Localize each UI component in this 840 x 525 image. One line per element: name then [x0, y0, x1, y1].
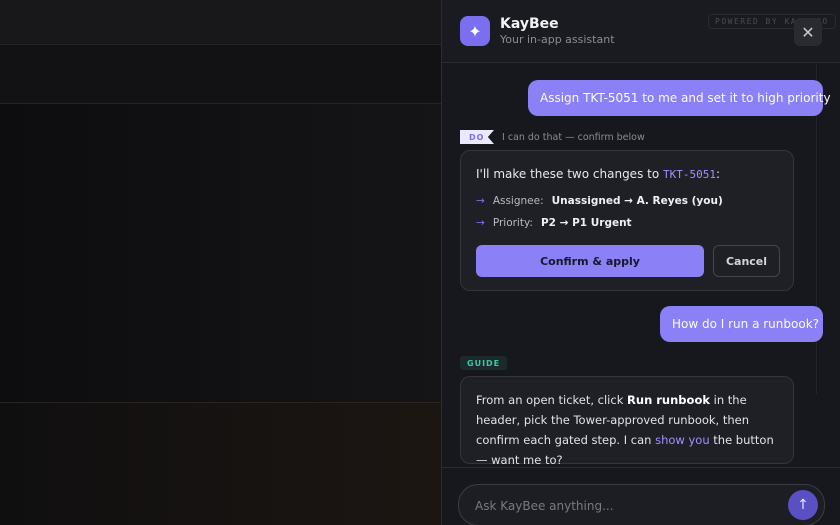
confirm-apply-button[interactable]: Confirm & apply — [476, 245, 704, 277]
ticket-link[interactable]: TKT-5051 — [663, 168, 716, 181]
background-app — [0, 0, 441, 525]
guide-card: From an open ticket, click Run runbook i… — [460, 376, 794, 467]
background-toolbar — [0, 0, 441, 45]
assistant-subtitle: Your in-app assistant — [500, 33, 615, 46]
cancel-button[interactable]: Cancel — [713, 245, 780, 277]
guide-bold-text: Run runbook — [627, 393, 710, 407]
action-note: I can do that — confirm below — [502, 131, 645, 143]
action-intro-suffix: : — [715, 167, 721, 181]
change-label: Priority: — [492, 217, 533, 229]
guide-text-part: From an open ticket, click — [476, 393, 628, 407]
do-tag: DO — [460, 130, 494, 144]
guide-tag: GUIDE — [460, 356, 508, 370]
send-button[interactable]: ↑ — [788, 490, 818, 520]
change-value: Unassigned → A. Reyes (you) — [551, 195, 723, 207]
composer-input-wrap: ↑ — [458, 484, 825, 525]
assistant-header: ✦ KayBee Your in-app assistant POWERED B… — [442, 0, 840, 63]
assistant-panel: ✦ KayBee Your in-app assistant POWERED B… — [441, 0, 840, 525]
action-intro: I'll make these two changes to TKT-5051: — [476, 167, 720, 181]
chat-input[interactable] — [475, 495, 775, 517]
change-row-assignee: → Assignee: Unassigned → A. Reyes (you) — [476, 195, 723, 207]
guide-message: From an open ticket, click Run runbook i… — [476, 390, 781, 467]
message-list[interactable]: Assign TKT-5051 to me and set it to high… — [442, 64, 840, 467]
guide-tag-row: GUIDE — [460, 356, 508, 370]
background-footer — [0, 403, 441, 525]
composer: ↑ — [442, 467, 840, 525]
arrow-right-icon: → — [476, 195, 485, 207]
close-button[interactable]: ✕ — [794, 18, 822, 46]
close-icon: ✕ — [801, 22, 815, 42]
action-tag-row: DO I can do that — confirm below — [460, 130, 645, 144]
show-you-link[interactable]: show you — [655, 433, 710, 447]
assistant-name: KayBee — [500, 16, 559, 32]
change-label: Assignee: — [492, 195, 544, 207]
background-content — [0, 104, 441, 403]
arrow-up-icon: ↑ — [797, 497, 809, 513]
action-intro-text: I'll make these two changes to — [476, 167, 663, 181]
action-card: I'll make these two changes to TKT-5051:… — [460, 150, 794, 291]
change-value: P2 → P1 Urgent — [540, 217, 632, 229]
arrow-right-icon: → — [476, 217, 485, 229]
user-message: How do I run a runbook? — [660, 306, 823, 342]
sparkle-icon: ✦ — [460, 16, 490, 46]
background-header-strip — [0, 45, 441, 104]
change-row-priority: → Priority: P2 → P1 Urgent — [476, 217, 632, 229]
user-message: Assign TKT-5051 to me and set it to high… — [528, 80, 831, 116]
